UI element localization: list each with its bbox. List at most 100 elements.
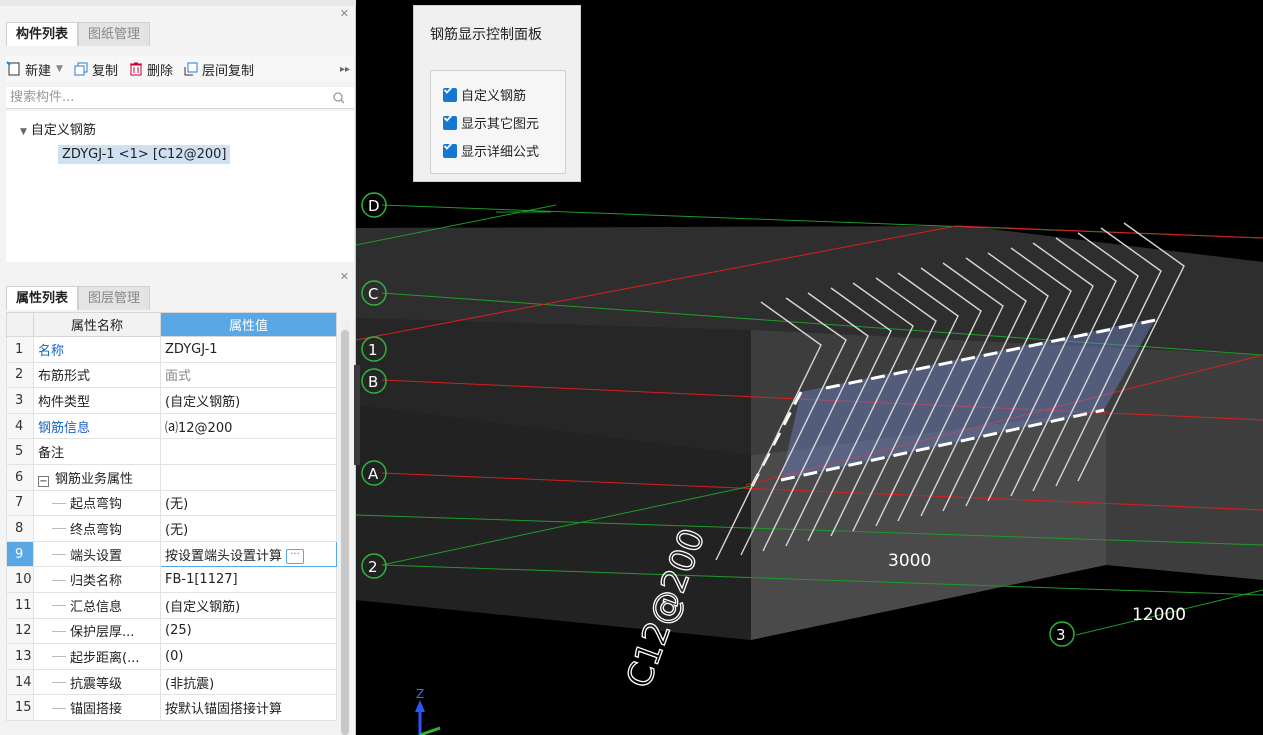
property-name: 备注 xyxy=(33,438,161,465)
layer-copy-button-label: 层间复制 xyxy=(201,63,254,79)
table-row[interactable]: 6 − 钢筋业务属性 xyxy=(6,463,337,491)
option-custom-rebar[interactable]: 自定义钢筋 xyxy=(443,85,526,104)
dimension-12000: 12000 xyxy=(1132,605,1186,625)
property-group-label: 钢筋业务属性 xyxy=(55,471,134,487)
property-name: 抗震等级 xyxy=(33,668,161,696)
row-number: 10 xyxy=(6,566,34,593)
search-icon[interactable] xyxy=(332,91,346,105)
tree-node-root[interactable]: ▼ 自定义钢筋 xyxy=(20,119,96,138)
property-value-cell[interactable]: 按设置端头设置计算 ··· xyxy=(160,540,337,568)
property-value[interactable]: FB-1[1127] xyxy=(160,566,337,593)
control-panel-options: 自定义钢筋 显示其它图元 显示详细公式 xyxy=(430,70,566,174)
option-label: 显示详细公式 xyxy=(461,145,540,160)
axis-label-c: C xyxy=(368,285,378,303)
panel-collapse-handle[interactable] xyxy=(354,365,360,465)
more-options-button[interactable]: ··· xyxy=(286,548,305,564)
property-name: 终点弯钩 xyxy=(33,515,161,542)
table-row[interactable]: 8 终点弯钩 (无) xyxy=(6,515,337,542)
property-name: 锚固搭接 xyxy=(33,694,161,721)
tree-node-child[interactable]: ZDYGJ-1 <1> [C12@200] xyxy=(58,145,231,164)
table-row[interactable]: 13 起步距离(... (0) xyxy=(6,643,337,670)
property-value[interactable]: ZDYGJ-1 xyxy=(160,336,337,363)
copy-button[interactable]: 复制 xyxy=(73,60,118,79)
property-value[interactable] xyxy=(160,438,337,465)
row-number: 12 xyxy=(6,617,34,645)
header-name: 属性名称 xyxy=(33,312,161,337)
property-value[interactable]: ⒜12@200 xyxy=(160,412,337,440)
row-number: 8 xyxy=(6,515,34,542)
axis-label-1: 1 xyxy=(368,341,378,359)
3d-viewport[interactable]: D C 1 B A 2 3 3000 12000 C12@200 Z 钢筋显示控… xyxy=(356,0,1263,735)
table-row[interactable]: 10 归类名称 FB-1[1127] xyxy=(6,566,337,593)
checkbox-checked-icon[interactable] xyxy=(443,114,457,130)
new-file-icon xyxy=(6,61,20,76)
property-value xyxy=(160,463,337,491)
property-value[interactable]: (无) xyxy=(160,515,337,542)
tab-drawing-management[interactable]: 图纸管理 xyxy=(78,22,151,46)
property-value[interactable]: (非抗震) xyxy=(160,668,337,696)
table-row[interactable]: 1 名称 ZDYGJ-1 xyxy=(6,336,337,363)
table-row[interactable]: 11 汇总信息 (自定义钢筋) xyxy=(6,591,337,619)
table-row[interactable]: 2 布筋形式 面式 xyxy=(6,361,337,389)
table-row[interactable]: 14 抗震等级 (非抗震) xyxy=(6,668,337,696)
axis-gizmo: Z xyxy=(415,687,441,735)
property-value[interactable]: (无) xyxy=(160,489,337,517)
property-panel-tabs: 属性列表 图层管理 xyxy=(6,286,151,310)
row-number: 15 xyxy=(6,694,34,721)
table-row[interactable]: 5 备注 xyxy=(6,438,337,465)
table-row[interactable]: 4 钢筋信息 ⒜12@200 xyxy=(6,412,337,440)
scrollbar-thumb[interactable] xyxy=(341,330,349,735)
header-value: 属性值 xyxy=(160,312,337,337)
property-value[interactable]: 按默认锚固搭接计算 xyxy=(160,694,337,721)
chevron-down-icon[interactable]: ▼ xyxy=(56,64,63,74)
component-panel-tabs: 构件列表 图纸管理 xyxy=(6,22,151,46)
row-number: 7 xyxy=(6,489,34,517)
close-icon[interactable]: ✕ xyxy=(340,8,349,19)
axis-label-d: D xyxy=(368,197,380,215)
property-value[interactable]: (自定义钢筋) xyxy=(160,387,337,414)
tab-component-list[interactable]: 构件列表 xyxy=(6,22,79,46)
row-number: 1 xyxy=(6,336,34,363)
new-button[interactable]: 新建 ▼ xyxy=(6,60,63,79)
table-row[interactable]: 7 起点弯钩 (无) xyxy=(6,489,337,517)
property-value[interactable]: 按设置端头设置计算 xyxy=(165,549,282,564)
delete-button-label: 删除 xyxy=(146,63,173,79)
tab-layer-management[interactable]: 图层管理 xyxy=(78,286,151,310)
property-name: 名称 xyxy=(33,336,161,363)
option-show-detailed-formula[interactable]: 显示详细公式 xyxy=(443,141,539,160)
search-input[interactable] xyxy=(6,87,332,108)
component-tree: ▼ 自定义钢筋 ZDYGJ-1 <1> [C12@200] xyxy=(6,111,354,262)
table-row[interactable]: 12 保护层厚... (25) xyxy=(6,617,337,645)
property-name: 起步距离(... xyxy=(33,643,161,670)
delete-button[interactable]: 删除 xyxy=(128,60,173,79)
tab-property-list[interactable]: 属性列表 xyxy=(6,286,79,310)
collapse-icon[interactable]: − xyxy=(38,475,49,487)
property-value[interactable]: (0) xyxy=(160,643,337,670)
close-icon[interactable]: ✕ xyxy=(340,271,349,282)
row-number: 6 xyxy=(6,463,34,491)
table-row[interactable]: 15 锚固搭接 按默认锚固搭接计算 xyxy=(6,694,337,721)
left-side-panels: ✕ 构件列表 图纸管理 新建 ▼ 复制 删除 层间复制 ▸▸ 搜索构件... ▼… xyxy=(0,0,356,735)
expand-arrow-icon[interactable]: ▼ xyxy=(20,127,27,137)
property-value[interactable]: (自定义钢筋) xyxy=(160,591,337,619)
table-header-row: 属性名称 属性值 xyxy=(6,312,337,337)
layer-copy-button[interactable]: 层间复制 xyxy=(183,60,254,79)
checkbox-checked-icon[interactable] xyxy=(443,86,457,102)
property-value[interactable]: 面式 xyxy=(160,361,337,389)
option-show-other-elements[interactable]: 显示其它图元 xyxy=(443,113,539,132)
table-row[interactable]: 3 构件类型 (自定义钢筋) xyxy=(6,387,337,414)
property-name: 钢筋信息 xyxy=(33,412,161,440)
app-window: ✕ 构件列表 图纸管理 新建 ▼ 复制 删除 层间复制 ▸▸ 搜索构件... ▼… xyxy=(0,0,1263,735)
new-button-label: 新建 xyxy=(25,63,52,79)
row-number: 2 xyxy=(6,361,34,389)
tree-root-label: 自定义钢筋 xyxy=(30,123,96,138)
option-label: 自定义钢筋 xyxy=(461,89,527,104)
property-value[interactable]: (25) xyxy=(160,617,337,645)
trash-icon xyxy=(129,62,142,76)
property-name: 布筋形式 xyxy=(33,361,161,389)
checkbox-checked-icon[interactable] xyxy=(443,142,457,158)
more-arrow-icon[interactable]: ▸▸ xyxy=(340,64,350,75)
row-number: 5 xyxy=(6,438,34,465)
property-name: 归类名称 xyxy=(33,566,161,593)
table-row-selected[interactable]: 9 端头设置 按设置端头设置计算 ··· xyxy=(6,540,337,568)
